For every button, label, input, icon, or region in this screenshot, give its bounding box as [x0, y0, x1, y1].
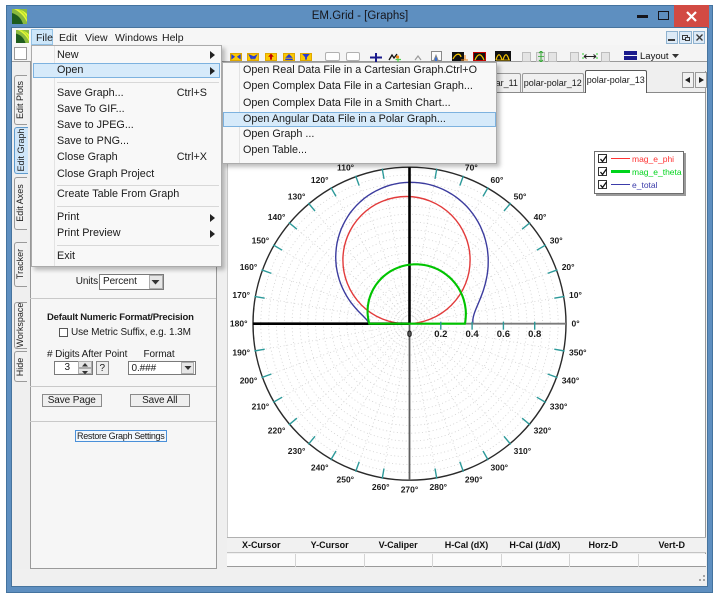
svg-text:240°: 240° — [311, 463, 329, 473]
svg-text:270°: 270° — [401, 485, 419, 495]
svg-text:290°: 290° — [465, 475, 483, 485]
svg-text:130°: 130° — [288, 192, 306, 202]
svg-text:0°: 0° — [572, 319, 581, 329]
svg-text:350°: 350° — [569, 348, 587, 358]
svg-text:110°: 110° — [337, 163, 355, 173]
svg-text:320°: 320° — [534, 425, 552, 435]
svg-text:70°: 70° — [465, 163, 478, 173]
svg-text:200°: 200° — [240, 376, 258, 386]
svg-text:230°: 230° — [288, 446, 306, 456]
svg-text:170°: 170° — [232, 290, 250, 300]
svg-text:300°: 300° — [491, 463, 509, 473]
svg-text:0: 0 — [407, 329, 412, 340]
svg-text:50°: 50° — [514, 192, 527, 202]
svg-text:120°: 120° — [311, 175, 329, 185]
svg-text:0.6: 0.6 — [497, 329, 510, 340]
svg-text:0.8: 0.8 — [528, 329, 541, 340]
svg-text:190°: 190° — [232, 348, 250, 358]
svg-text:250°: 250° — [337, 475, 355, 485]
svg-text:180°: 180° — [230, 319, 248, 329]
svg-text:330°: 330° — [550, 402, 568, 412]
svg-text:280°: 280° — [430, 482, 448, 492]
svg-text:150°: 150° — [252, 236, 270, 246]
svg-text:0.2: 0.2 — [434, 329, 447, 340]
svg-text:210°: 210° — [252, 402, 270, 412]
svg-text:60°: 60° — [491, 175, 504, 185]
svg-text:20°: 20° — [562, 262, 575, 272]
svg-text:0.4: 0.4 — [465, 329, 479, 340]
svg-text:160°: 160° — [240, 262, 258, 272]
svg-text:30°: 30° — [550, 236, 563, 246]
svg-text:140°: 140° — [268, 212, 286, 222]
svg-text:10°: 10° — [569, 290, 582, 300]
svg-text:260°: 260° — [372, 482, 390, 492]
svg-text:40°: 40° — [534, 212, 547, 222]
svg-text:310°: 310° — [514, 446, 532, 456]
svg-text:340°: 340° — [562, 376, 580, 386]
svg-text:220°: 220° — [268, 425, 286, 435]
